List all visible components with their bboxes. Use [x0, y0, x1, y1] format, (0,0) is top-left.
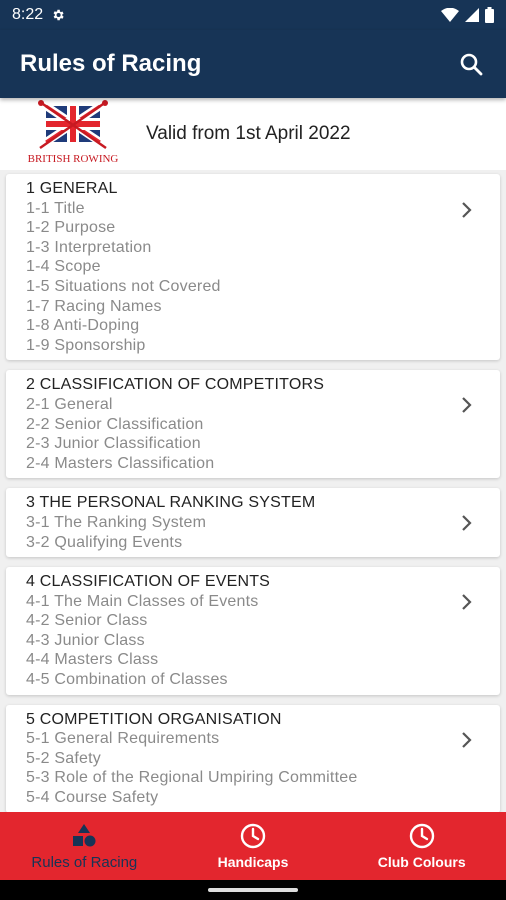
section-item: 1-5 Situations not Covered	[26, 277, 221, 295]
section-title: 2 CLASSIFICATION OF COMPETITORS	[26, 376, 325, 394]
section-item: 1-8 Anti-Doping	[26, 317, 140, 335]
settings-gear-icon	[53, 9, 64, 21]
clock-icon	[409, 823, 434, 849]
section-item: 2-2 Senior Classification	[26, 415, 204, 433]
section-item: 1-4 Scope	[26, 258, 101, 276]
section-card-5[interactable]: 5 COMPETITION ORGANISATION 5-1 General R…	[6, 704, 500, 812]
chevron-right-icon	[462, 202, 472, 218]
logo-text: BRITISH ROWING	[28, 153, 119, 165]
nav-handicaps[interactable]: Handicaps	[169, 812, 338, 880]
gesture-bar	[0, 880, 506, 900]
section-title: 1 GENERAL	[26, 180, 118, 197]
section-card-1[interactable]: 1 GENERAL 1-1 Title 1-2 Purpose 1-3 Inte…	[6, 174, 500, 361]
section-item: 5-4 Course Safety	[26, 789, 159, 807]
nav-label: Rules of Racing	[31, 853, 138, 871]
section-item: 1-3 Interpretation	[26, 238, 152, 256]
status-icons	[441, 7, 494, 23]
home-gesture-handle[interactable]	[208, 888, 298, 892]
section-title: 3 THE PERSONAL RANKING SYSTEM	[26, 494, 316, 512]
chevron-right-icon	[462, 594, 472, 610]
status-bar: 8:22	[0, 0, 506, 30]
nav-club-colours[interactable]: Club Colours	[337, 812, 506, 880]
section-item: 4-1 The Main Classes of Events	[26, 592, 259, 610]
nav-rules-of-racing[interactable]: Rules of Racing	[0, 812, 169, 880]
wifi-icon	[441, 8, 459, 22]
section-item: 5-3 Role of the Regional Umpiring Commit…	[26, 769, 358, 787]
signal-icon	[465, 8, 479, 22]
section-title: 5 COMPETITION ORGANISATION	[26, 710, 282, 728]
section-item: 3-1 The Ranking System	[26, 513, 207, 531]
app-bar: Rules of Racing	[0, 30, 506, 98]
section-item: 5-1 General Requirements	[26, 730, 220, 748]
section-item: 4-5 Combination of Classes	[26, 671, 228, 689]
shapes-icon	[73, 823, 96, 846]
clock-icon	[240, 823, 266, 849]
section-item: 4-4 Masters Class	[26, 651, 159, 669]
page-title: Rules of Racing	[20, 50, 202, 77]
section-item: 1-1 Title	[26, 199, 85, 217]
section-card-4[interactable]: 4 CLASSIFICATION OF EVENTS 4-1 The Main …	[6, 567, 500, 695]
chevron-right-icon	[462, 397, 472, 414]
british-rowing-logo: BRITISH ROWING	[22, 100, 124, 168]
battery-icon	[485, 7, 494, 23]
section-item: 2-3 Junior Classification	[26, 435, 201, 453]
section-item: 5-2 Safety	[26, 749, 101, 767]
section-title: 4 CLASSIFICATION OF EVENTS	[26, 573, 271, 591]
nav-label: Club Colours	[377, 854, 466, 870]
chevron-right-icon	[462, 731, 472, 748]
section-item: 2-1 General	[26, 395, 113, 413]
chevron-right-icon	[462, 515, 472, 532]
section-card-2[interactable]: 2 CLASSIFICATION OF COMPETITORS 2-1 Gene…	[6, 370, 500, 479]
status-time: 8:22	[12, 6, 44, 23]
section-item: 1-7 Racing Names	[26, 297, 162, 315]
bottom-navigation: Rules of Racing Handicaps Club Colours	[0, 812, 506, 880]
search-icon	[460, 53, 483, 76]
section-item: 4-2 Senior Class	[26, 612, 148, 630]
rules-list: BRITISH ROWING Valid from 1st April 2022…	[0, 98, 506, 812]
nav-label: Handicaps	[217, 854, 289, 870]
section-card-3[interactable]: 3 THE PERSONAL RANKING SYSTEM 3-1 The Ra…	[6, 488, 500, 558]
section-item: 4-3 Junior Class	[26, 631, 145, 649]
section-item: 1-9 Sponsorship	[26, 336, 146, 354]
header-row: BRITISH ROWING Valid from 1st April 2022	[0, 98, 506, 170]
section-item: 3-2 Qualifying Events	[26, 533, 183, 551]
valid-from-text: Valid from 1st April 2022	[146, 123, 351, 144]
search-button[interactable]	[456, 49, 486, 79]
section-item: 1-2 Purpose	[26, 219, 116, 237]
section-item: 2-4 Masters Classification	[26, 454, 215, 472]
